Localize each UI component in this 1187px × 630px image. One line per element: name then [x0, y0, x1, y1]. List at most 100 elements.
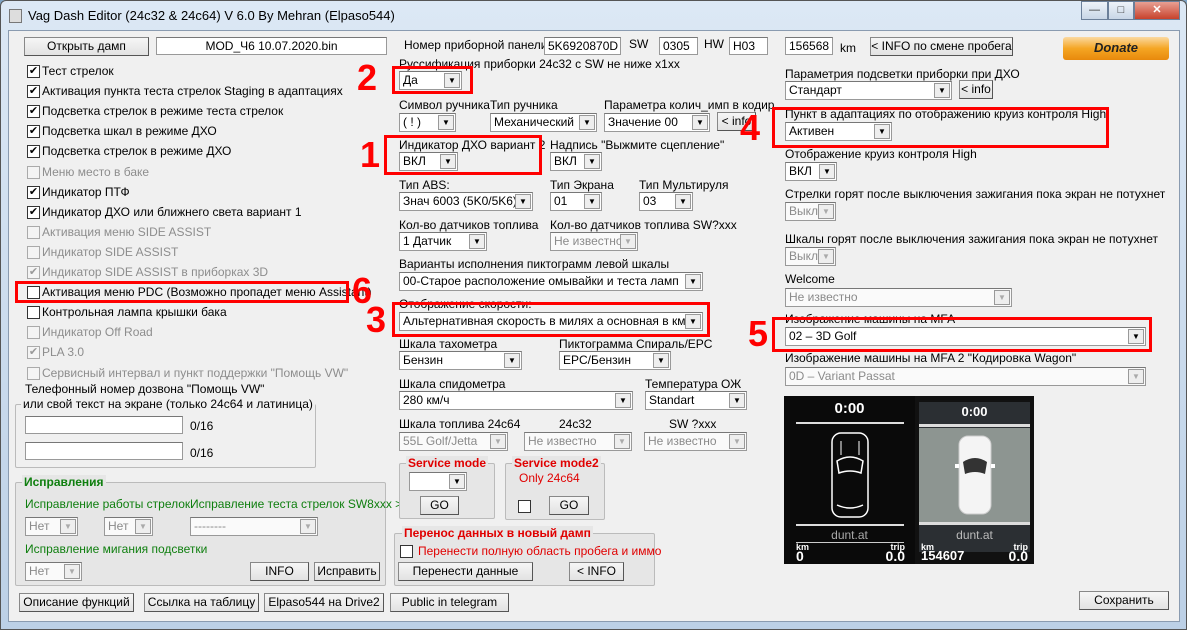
tacho-select[interactable]: Бензин ▼ [399, 351, 522, 370]
fixes-info-button[interactable]: INFO [250, 562, 309, 581]
service-mode-go-button[interactable]: GO [420, 496, 459, 515]
welcome-label: Welcome [785, 272, 835, 286]
scales-after-select[interactable]: Выкл ▼ [785, 247, 836, 266]
telegram-link-button[interactable]: Public in telegram [390, 593, 509, 612]
close-button[interactable]: ✕ [1134, 1, 1180, 20]
option-checkbox [27, 225, 40, 239]
annotation-box-1 [384, 135, 542, 175]
transfer-full-area-checkbox[interactable] [400, 545, 413, 558]
divider [796, 422, 904, 424]
option-checkbox[interactable]: ✔ [27, 145, 40, 159]
test-fix-select[interactable]: -------- ▼ [190, 517, 318, 536]
option-label: Индикатор ПТФ [42, 184, 130, 199]
hw-field[interactable]: H03 [729, 37, 768, 55]
fuel-sensors-sw-select[interactable]: Не известно ▼ [550, 232, 638, 251]
clutch-label: Надпись "Выжмите сцепление" [550, 138, 725, 152]
epc-label: Пиктограмма Спираль/EPC [559, 337, 713, 351]
drl-param-select[interactable]: Стандарт ▼ [785, 81, 952, 100]
mileage-field[interactable]: 156568 [785, 37, 833, 55]
phone-line1-input[interactable] [25, 416, 183, 434]
coolant-temp-select[interactable]: Standart ▼ [645, 391, 747, 410]
chevron-down-icon: ▼ [675, 194, 691, 209]
select-value: Механический [494, 115, 574, 129]
checkmark-icon: ✔ [28, 266, 39, 278]
chevron-down-icon: ▼ [135, 519, 151, 534]
needles-after-label: Стрелки горят после выключения зажигания… [785, 187, 1166, 201]
select-value: -------- [194, 519, 226, 533]
maximize-button[interactable]: □ [1108, 1, 1134, 20]
transfer-full-area-label: Перенести полную область пробега и иммо [418, 544, 662, 558]
welcome-select[interactable]: Не известно ▼ [785, 288, 1012, 307]
annotation-number-2: 2 [357, 57, 378, 98]
option-checkbox[interactable]: ✔ [27, 125, 40, 139]
tacho-label: Шкала тахометра [399, 337, 498, 351]
handbrake-symbol-select[interactable]: ( ! ) ▼ [399, 113, 456, 132]
option-checkbox[interactable]: ✔ [27, 185, 40, 199]
abs-select[interactable]: Знач 6003 (5K0/5K6) ▼ [399, 192, 533, 211]
speedo-select[interactable]: 280 км/ч ▼ [399, 391, 633, 410]
annotation-box-6 [15, 281, 349, 303]
drl-param-info-button[interactable]: < info [959, 80, 993, 99]
screen-select[interactable]: 01 ▼ [550, 192, 602, 211]
handbrake-symbol-label: Символ ручника [399, 98, 490, 112]
phone-line2-input[interactable] [25, 442, 183, 460]
option-checkbox[interactable] [27, 306, 40, 320]
clutch-select[interactable]: ВКЛ ▼ [550, 152, 602, 171]
coolant-temp-label: Температура ОЖ [645, 377, 742, 391]
handbrake-type-select[interactable]: Механический ▼ [490, 113, 597, 132]
option-checkbox: ✔ [27, 346, 40, 360]
panel-number-field[interactable]: 5K6920870D [544, 37, 621, 55]
save-button[interactable]: Сохранить [1079, 591, 1169, 610]
chevron-down-icon: ▼ [818, 204, 834, 219]
select-value: Нет [29, 564, 50, 578]
sw-field[interactable]: 0305 [659, 37, 698, 55]
option-label: Контрольная лампа крышки бака [42, 305, 227, 320]
annotation-box-2 [392, 66, 473, 94]
option-checkbox[interactable]: ✔ [27, 65, 40, 78]
fuel-sensors-select[interactable]: 1 Датчик ▼ [399, 232, 487, 251]
fuel32-select[interactable]: Не известно ▼ [524, 432, 632, 451]
option-checkbox[interactable]: ✔ [27, 105, 40, 119]
impulse-select[interactable]: Значение 00 ▼ [604, 113, 710, 132]
open-dump-button[interactable]: Открыть дамп [24, 37, 149, 56]
needles-after-select[interactable]: Выкл ▼ [785, 202, 836, 221]
epc-select[interactable]: EPC/Бензин ▼ [559, 351, 671, 370]
mfsw-select[interactable]: 03 ▼ [639, 192, 693, 211]
transfer-info-button[interactable]: < INFO [569, 562, 624, 581]
select-value: Знач 6003 (5K0/5K6) [403, 194, 517, 208]
minimize-button[interactable]: — [1081, 1, 1108, 20]
option-checkbox[interactable]: ✔ [27, 85, 40, 99]
service-mode-select[interactable]: ▼ [409, 472, 467, 491]
donate-button[interactable]: Donate [1063, 37, 1169, 60]
needles-fix-select-b[interactable]: Нет ▼ [104, 517, 153, 536]
select-value: Значение 00 [608, 115, 678, 129]
mileage-info-button[interactable]: < INFO по смене пробега [870, 37, 1013, 56]
table-link-button[interactable]: Ссылка на таблицу [144, 593, 259, 612]
option-checkbox [27, 165, 40, 179]
chevron-down-icon: ▼ [692, 115, 708, 130]
chevron-down-icon: ▼ [449, 474, 465, 489]
transfer-data-button[interactable]: Перенести данные [398, 562, 533, 581]
blink-fix-label: Исправление мигания подсветки [25, 542, 208, 556]
chevron-down-icon: ▼ [729, 393, 745, 408]
needles-fix-select-a[interactable]: Нет ▼ [25, 517, 78, 536]
cc-show-select[interactable]: ВКЛ ▼ [785, 162, 837, 181]
fix-button[interactable]: Исправить [314, 562, 380, 581]
preview-km: 154607 [921, 548, 965, 563]
pictogram-select[interactable]: 00-Старое расположение омывайки и теста … [399, 272, 703, 291]
drive2-link-button[interactable]: Elpaso544 на Drive2 [264, 593, 384, 612]
fuel64-select[interactable]: 55L Golf/Jetta ▼ [399, 432, 508, 451]
option-label: Активация пункта теста стрелок Staging в… [42, 84, 343, 99]
functions-description-button[interactable]: Описание функций [19, 593, 134, 612]
preview-brand: dunt.at [956, 528, 993, 542]
handbrake-type-label: Тип ручника [490, 98, 558, 112]
annotation-number-5: 5 [748, 313, 769, 354]
service-mode2-go-button[interactable]: GO [549, 496, 589, 515]
fuelsw-select[interactable]: Не известно ▼ [644, 432, 747, 451]
service-mode2-checkbox[interactable] [518, 500, 531, 513]
option-checkbox[interactable]: ✔ [27, 205, 40, 219]
option-checkbox [27, 326, 40, 340]
blink-fix-select[interactable]: Нет ▼ [25, 562, 82, 581]
mfa2-select[interactable]: 0D – Variant Passat ▼ [785, 367, 1146, 386]
title-bar[interactable]: Vag Dash Editor (24c32 & 24c64) V 6.0 By… [0, 0, 1187, 30]
